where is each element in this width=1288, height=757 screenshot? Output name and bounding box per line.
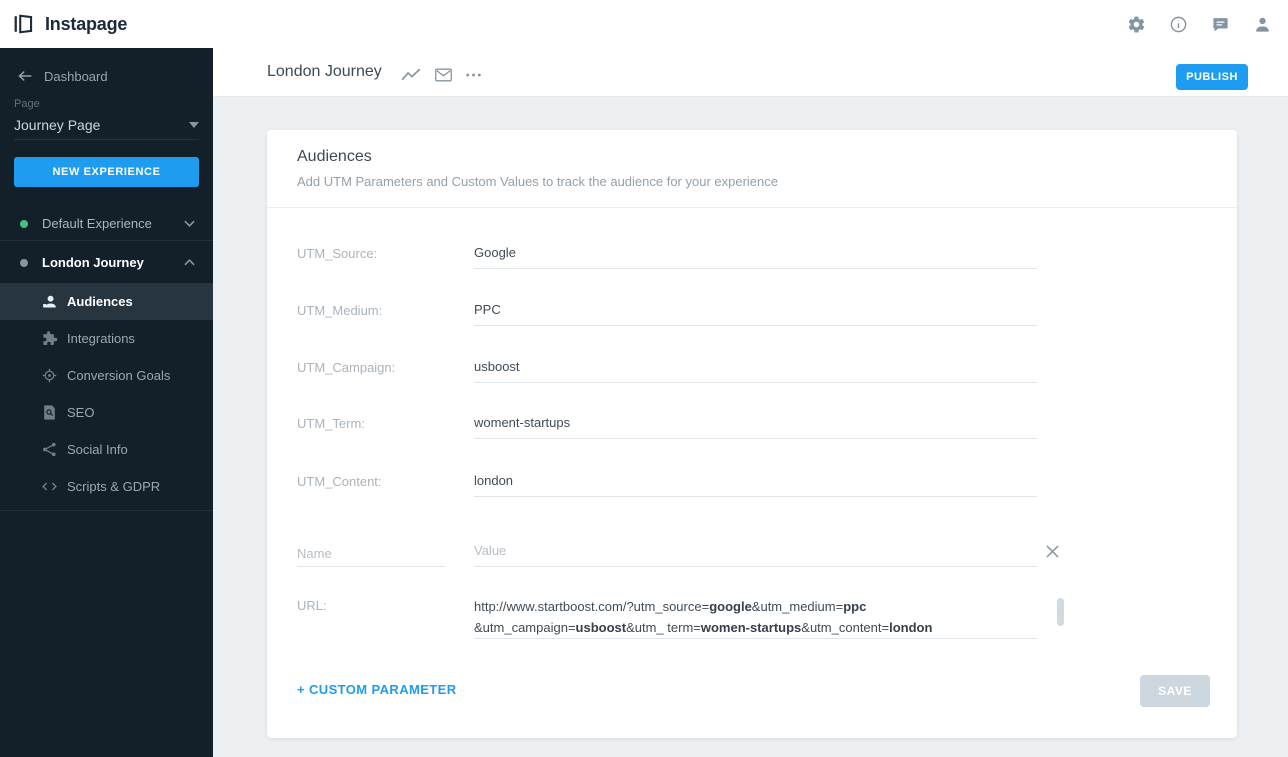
custom-parameter-row (297, 541, 1067, 567)
utm-campaign-row: UTM_Campaign: (297, 357, 1067, 383)
seo-icon (40, 404, 58, 422)
experience-dot (20, 219, 28, 228)
utm-content-label: UTM_Content: (297, 474, 382, 489)
app-header: Instapage (0, 0, 1288, 48)
header-icons (1126, 14, 1288, 34)
utm-term-input[interactable] (474, 413, 1037, 439)
url-label: URL: (297, 598, 327, 613)
utm-source-label: UTM_Source: (297, 246, 378, 261)
sidebar-item-label: SEO (67, 405, 95, 420)
publish-button[interactable]: PUBLISH (1176, 64, 1248, 90)
envelope-icon[interactable] (433, 65, 453, 85)
sidebar-divider (0, 240, 213, 241)
utm-content-input[interactable] (474, 471, 1037, 497)
utm-medium-label: UTM_Medium: (297, 303, 383, 318)
url-value[interactable]: http://www.startboost.com/?utm_source=go… (474, 596, 1037, 639)
utm-campaign-label: UTM_Campaign: (297, 360, 396, 375)
experience-london-journey[interactable]: London Journey (0, 244, 213, 281)
utm-medium-input[interactable] (474, 300, 1037, 326)
settings-icon[interactable] (1126, 14, 1146, 34)
sidebar-item-social-info[interactable]: Social Info (0, 431, 213, 468)
sidebar-item-label: Social Info (67, 442, 128, 457)
sidebar-item-label: Audiences (67, 294, 133, 309)
card-title: Audiences (297, 148, 372, 165)
sidebar-item-seo[interactable]: SEO (0, 394, 213, 431)
account-icon[interactable] (1252, 14, 1272, 34)
utm-source-row: UTM_Source: (297, 243, 1067, 269)
experience-dot (20, 258, 28, 267)
trend-chart-icon[interactable] (401, 65, 421, 85)
card-subtitle: Add UTM Parameters and Custom Values to … (297, 174, 778, 189)
scripts-gdpr-icon (40, 478, 58, 496)
utm-term-label: UTM_Term: (297, 416, 365, 431)
experience-title: London Journey (267, 63, 382, 80)
audiences-icon (40, 293, 58, 311)
more-options-icon[interactable] (463, 65, 483, 85)
page-selector[interactable]: Journey Page (14, 114, 199, 140)
sidebar-item-integrations[interactable]: Integrations (0, 320, 213, 357)
sidebar-item-label: Scripts & GDPR (67, 479, 161, 494)
utm-content-row: UTM_Content: (297, 471, 1067, 497)
instapage-logo-icon (12, 11, 38, 37)
experience-label: London Journey (42, 255, 144, 270)
save-button[interactable]: SAVE (1140, 675, 1210, 707)
back-to-dashboard[interactable]: Dashboard (0, 62, 108, 90)
sidebar-item-audiences[interactable]: Audiences (0, 283, 213, 320)
chevron-down-icon (189, 121, 199, 128)
url-scrollbar-thumb[interactable] (1057, 598, 1064, 626)
sidebar-divider (0, 510, 213, 511)
sidebar: Dashboard Page Journey Page NEW EXPERIEN… (0, 48, 213, 757)
logo-text: Instapage (45, 13, 128, 34)
experience-topbar: London Journey PUBLISH (213, 48, 1288, 97)
add-custom-parameter-button[interactable]: + CUSTOM PARAMETER (297, 682, 456, 697)
utm-campaign-input[interactable] (474, 357, 1037, 383)
sidebar-item-scripts-gdpr[interactable]: Scripts & GDPR (0, 468, 213, 505)
experience-default[interactable]: Default Experience (0, 205, 213, 242)
audiences-card: Audiences Add UTM Parameters and Custom … (267, 130, 1237, 738)
chevron-up-icon[interactable] (184, 259, 195, 266)
sidebar-item-label: Conversion Goals (67, 368, 171, 383)
experience-label: Default Experience (42, 216, 152, 231)
remove-parameter-icon[interactable] (1042, 541, 1062, 561)
chevron-down-icon[interactable] (184, 220, 195, 227)
instapage-logo[interactable]: Instapage (0, 11, 127, 37)
new-experience-button[interactable]: NEW EXPERIENCE (14, 157, 199, 187)
sidebar-item-label: Integrations (67, 331, 135, 346)
messages-icon[interactable] (1210, 14, 1230, 34)
custom-param-name-input[interactable] (297, 541, 445, 567)
card-divider (267, 207, 1237, 208)
social-info-icon (40, 441, 58, 459)
utm-source-input[interactable] (474, 243, 1037, 269)
page-selected-value: Journey Page (14, 116, 101, 133)
conversion-goals-icon (40, 367, 58, 385)
back-arrow-icon (17, 69, 33, 83)
info-icon[interactable] (1168, 14, 1188, 34)
integrations-icon (40, 330, 58, 348)
utm-term-row: UTM_Term: (297, 413, 1067, 439)
back-label: Dashboard (44, 68, 108, 84)
custom-param-value-input[interactable] (474, 541, 1037, 567)
sidebar-item-conversion-goals[interactable]: Conversion Goals (0, 357, 213, 394)
utm-medium-row: UTM_Medium: (297, 300, 1067, 326)
page-label: Page (14, 98, 40, 110)
